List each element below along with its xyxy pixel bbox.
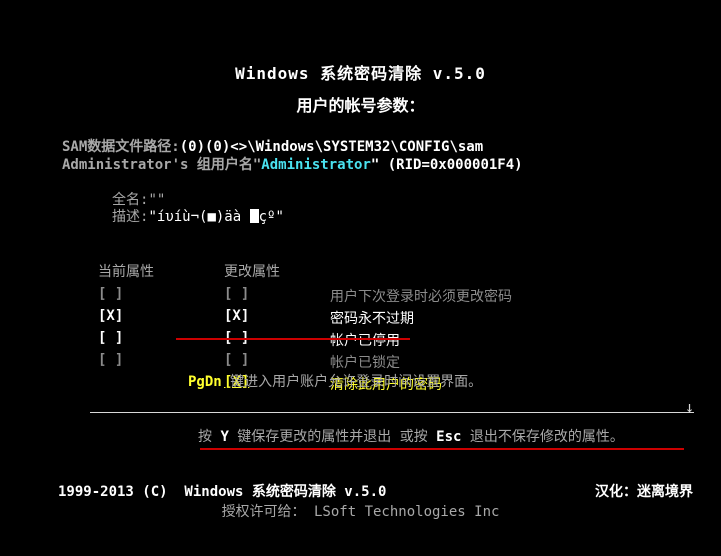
action-prefix-text: 按 — [198, 429, 221, 445]
table-header-row: 当前属性 更改属性 — [80, 261, 512, 285]
section-divider — [90, 412, 694, 413]
admin-username: Administrator — [261, 157, 371, 173]
attribute-label: 帐户已停用 — [330, 333, 400, 349]
table-row[interactable]: [ ] [ ] 帐户已锁定 — [80, 351, 512, 373]
action-middle-text: 键保存更改的属性并退出 或按 — [228, 429, 437, 445]
attribute-label: 密码永不过期 — [330, 311, 414, 327]
change-attribute-checkbox[interactable]: [X] — [206, 307, 312, 329]
action-hint-line: 按 Y 键保存更改的属性并退出 或按 Esc 退出不保存修改的属性。 — [198, 426, 624, 446]
change-attribute-checkbox[interactable]: [ ] — [206, 351, 312, 373]
pgdn-hint-text: 键进入用户账户允许登录时间设置界面。 — [221, 374, 483, 390]
sam-path-label: SAM数据文件路径: — [62, 139, 180, 155]
admin-account-line: Administrator's 组用户名"Administrator" (RID… — [62, 154, 523, 174]
header-description-spacer — [312, 261, 512, 285]
change-attribute-checkbox[interactable]: [ ] — [206, 329, 312, 351]
pgdn-key-label: PgDn — [188, 374, 222, 390]
text-cursor — [249, 209, 259, 223]
admin-group-label: Administrator's 组用户名" — [62, 157, 262, 173]
current-attribute-checkbox: [ ] — [98, 330, 124, 346]
attribute-label: 帐户已锁定 — [330, 355, 400, 371]
header-change-attributes: 更改属性 — [224, 264, 280, 280]
table-row[interactable]: [ ] [ ] 用户下次登录时必须更改密码 — [80, 285, 512, 307]
attribute-label: 用户下次登录时必须更改密码 — [330, 289, 512, 305]
sam-path-value: (0)(0)<>\Windows\SYSTEM32\CONFIG\sam — [179, 139, 484, 155]
footer-translator: 汉化：迷离境界 — [595, 484, 693, 500]
current-attribute-checkbox: [ ] — [98, 286, 124, 302]
table-row[interactable]: [X] [X] 密码永不过期 — [80, 307, 512, 329]
description-value-pre: "íυíù¬(■)äà — [148, 209, 250, 225]
clear-password-underline-rule — [176, 338, 410, 340]
current-attribute-checkbox: [X] — [98, 308, 124, 324]
footer-copyright: 1999-2013 (C) Windows 系统密码清除 v.5.0 — [58, 484, 387, 500]
change-attribute-checkbox[interactable]: [ ] — [206, 285, 312, 307]
console-screen: Windows 系统密码清除 v.5.0 用户的帐号参数： SAM数据文件路径:… — [0, 0, 721, 556]
current-attribute-checkbox: [ ] — [98, 352, 124, 368]
sam-path-line: SAM数据文件路径:(0)(0)<>\Windows\SYSTEM32\CONF… — [62, 136, 483, 156]
action-underline-rule — [200, 448, 684, 450]
escape-key-label: Esc — [436, 429, 462, 445]
header-current-attributes: 当前属性 — [98, 264, 154, 280]
pgdn-hint: PgDn 键进入用户账户允许登录时间设置界面。 — [188, 371, 482, 391]
description-value-post: ҫº" — [258, 209, 284, 225]
page-subtitle: 用户的帐号参数： — [296, 96, 425, 115]
description-row: 描述:"íυíù¬(■)äà ҫº" — [112, 206, 284, 226]
admin-rid: " (RID=0x000001F4) — [370, 157, 523, 173]
table-row[interactable]: [ ] [ ] 帐户已停用 — [80, 329, 512, 351]
attributes-table: 当前属性 更改属性 [ ][ ] 用户下次登录时必须更改密码 [X] [X] 密码永不过… — [80, 229, 640, 427]
action-suffix-text: 退出不保存修改的属性。 — [461, 429, 624, 445]
save-key-label: Y — [220, 429, 229, 445]
page-title: Windows 系统密码清除 v.5.0 — [235, 64, 486, 83]
footer-license: 授权许可给： LSoft Technologies Inc — [221, 504, 500, 520]
description-label: 描述: — [112, 209, 149, 225]
scroll-down-arrow-icon: ↓ — [685, 398, 695, 416]
